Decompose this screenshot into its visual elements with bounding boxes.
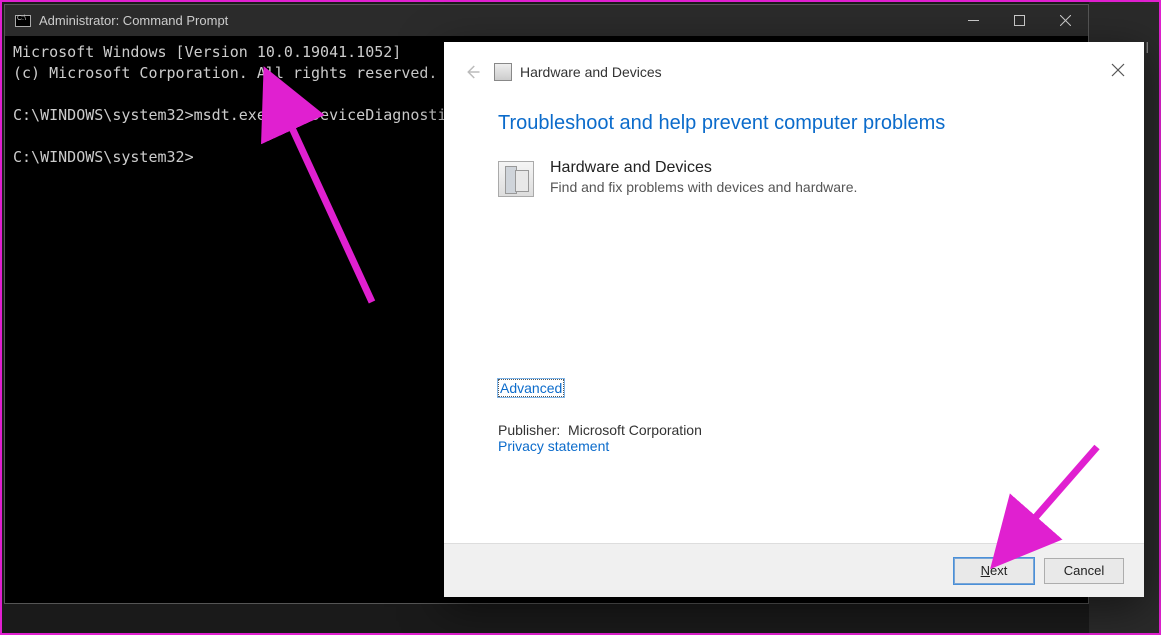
privacy-link[interactable]: Privacy statement	[498, 438, 609, 454]
publisher-value: Microsoft Corporation	[568, 422, 702, 438]
troubleshooter-item: Hardware and Devices Find and fix proble…	[498, 159, 1090, 197]
hardware-icon	[498, 161, 534, 197]
term-prompt: C:\WINDOWS\system32>	[13, 148, 194, 166]
next-accelerator: N	[981, 563, 990, 578]
window-controls	[950, 5, 1088, 36]
cmd-icon	[15, 15, 31, 27]
cancel-button[interactable]: Cancel	[1044, 558, 1124, 584]
back-arrow-icon[interactable]	[458, 58, 486, 86]
troubleshooter-icon	[494, 63, 512, 81]
dialog-header: Hardware and Devices	[444, 42, 1144, 102]
dialog-heading: Troubleshoot and help prevent computer p…	[498, 112, 1090, 135]
item-title: Hardware and Devices	[550, 159, 857, 177]
term-line: (c) Microsoft Corporation. All rights re…	[13, 64, 437, 82]
dialog-footer: Next Cancel	[444, 543, 1144, 597]
publisher-row: Publisher: Microsoft Corporation	[498, 422, 1090, 438]
minimize-button[interactable]	[950, 5, 996, 36]
window-title: Administrator: Command Prompt	[39, 13, 228, 28]
close-button[interactable]	[1042, 5, 1088, 36]
dialog-body: Troubleshoot and help prevent computer p…	[444, 102, 1144, 543]
next-button[interactable]: Next	[954, 558, 1034, 584]
advanced-link[interactable]: Advanced	[498, 379, 564, 397]
dialog-title: Hardware and Devices	[520, 64, 662, 80]
publisher-label: Publisher:	[498, 422, 560, 438]
maximize-button[interactable]	[996, 5, 1042, 36]
close-icon[interactable]	[1104, 56, 1132, 84]
term-command: msdt.exe -id DeviceDiagnostic	[194, 106, 456, 124]
term-line: Microsoft Windows [Version 10.0.19041.10…	[13, 43, 401, 61]
term-prompt: C:\WINDOWS\system32>	[13, 106, 194, 124]
item-description: Find and fix problems with devices and h…	[550, 179, 857, 195]
titlebar[interactable]: Administrator: Command Prompt	[5, 5, 1088, 36]
next-rest: ext	[990, 563, 1007, 578]
troubleshooter-dialog: Hardware and Devices Troubleshoot and he…	[444, 42, 1144, 597]
